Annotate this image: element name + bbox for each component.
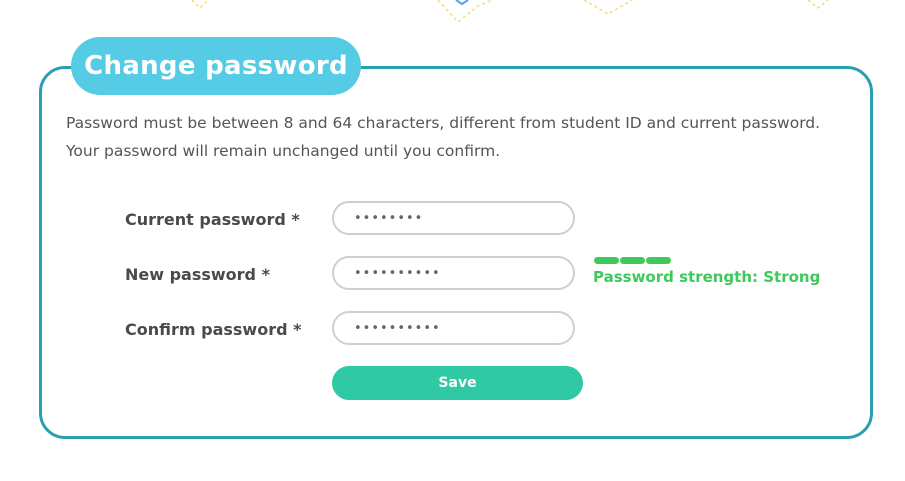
save-button[interactable]: Save — [332, 366, 583, 400]
password-strength-text: Password strength: Strong — [593, 268, 821, 286]
current-password-label: Current password * — [125, 210, 300, 229]
new-password-label: New password * — [125, 265, 270, 284]
panel-title: Change password — [71, 37, 361, 95]
new-password-input[interactable] — [332, 256, 575, 290]
confirm-password-input[interactable] — [332, 311, 575, 345]
change-password-page: Change password Password must be between… — [0, 0, 905, 481]
confirm-password-label: Confirm password * — [125, 320, 302, 339]
decorative-border — [191, 0, 829, 23]
password-strength-meter — [594, 257, 672, 264]
password-requirements: Password must be between 8 and 64 charac… — [66, 114, 821, 160]
strength-bar — [620, 257, 645, 264]
current-password-input[interactable] — [332, 201, 575, 235]
strength-bar — [594, 257, 619, 264]
strength-bar — [646, 257, 671, 264]
